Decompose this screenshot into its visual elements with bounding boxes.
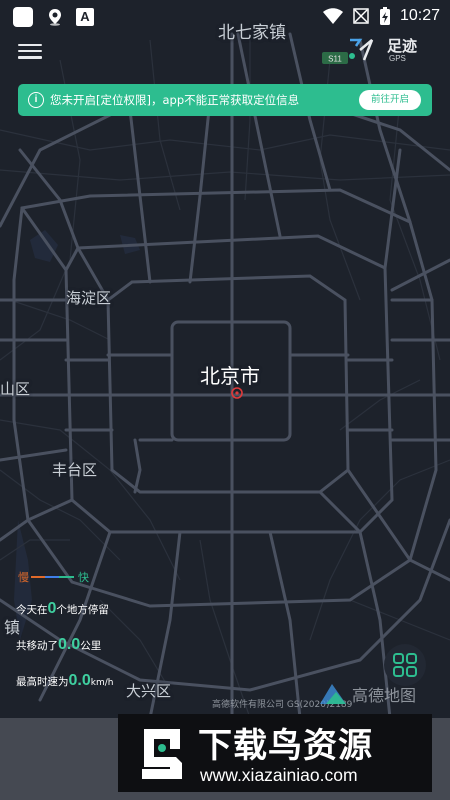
wifi-icon (322, 8, 343, 24)
battery-charging-icon (379, 7, 390, 25)
stat-distance: 共移动了0.0公里 (16, 636, 102, 653)
speed-value: 0.0 (68, 672, 91, 689)
label-fengtai: 丰台区 (52, 461, 98, 479)
menu-hamburger-icon (18, 43, 42, 47)
no-signal-icon (353, 8, 369, 24)
location-pin-icon (49, 9, 61, 26)
stat-stops: 今天在0个地方停留 (16, 600, 109, 617)
watermark-url: www.xiazainiao.com (200, 765, 358, 785)
bird-logo-icon (142, 729, 182, 779)
notification-a-icon: A (76, 8, 94, 26)
label-shan: 山区 (0, 380, 31, 398)
open-permission-button[interactable]: 前往开启 (359, 90, 421, 110)
legend-fast-label: 快 (78, 571, 89, 584)
menu-button[interactable] (18, 40, 42, 60)
label-beijing: 北京市 (200, 364, 260, 388)
app-logo-subtext: GPS (389, 54, 406, 63)
info-icon: i (28, 92, 44, 108)
stat-speed: 最高时速为0.0km/h (16, 672, 114, 689)
watermark-banner: 下载鸟资源 www.xiazainiao.com (118, 714, 432, 792)
label-haidian: 海淀区 (66, 289, 112, 307)
label-daxing: 大兴区 (126, 682, 172, 700)
location-permission-banner: i 您未开启[定位权限]，app不能正常获取定位信息 前往开启 (18, 84, 432, 116)
app-square-icon (13, 7, 33, 27)
app-logo-text: 足迹 (387, 37, 418, 55)
banner-message: 您未开启[定位权限]，app不能正常获取定位信息 (50, 93, 300, 107)
status-time: 10:27 (399, 7, 440, 24)
watermark-title: 下载鸟资源 (198, 726, 373, 766)
amap-logo-icon (320, 684, 346, 704)
road-badge: S11 (328, 55, 342, 64)
map-provider: 高德地图 (352, 686, 417, 705)
grid-icon (393, 653, 417, 677)
legend-slow-label: 慢 (18, 571, 29, 584)
distance-value: 0.0 (58, 636, 81, 653)
status-bar: A 10:27 (0, 0, 450, 34)
apps-grid-button[interactable] (384, 644, 426, 686)
